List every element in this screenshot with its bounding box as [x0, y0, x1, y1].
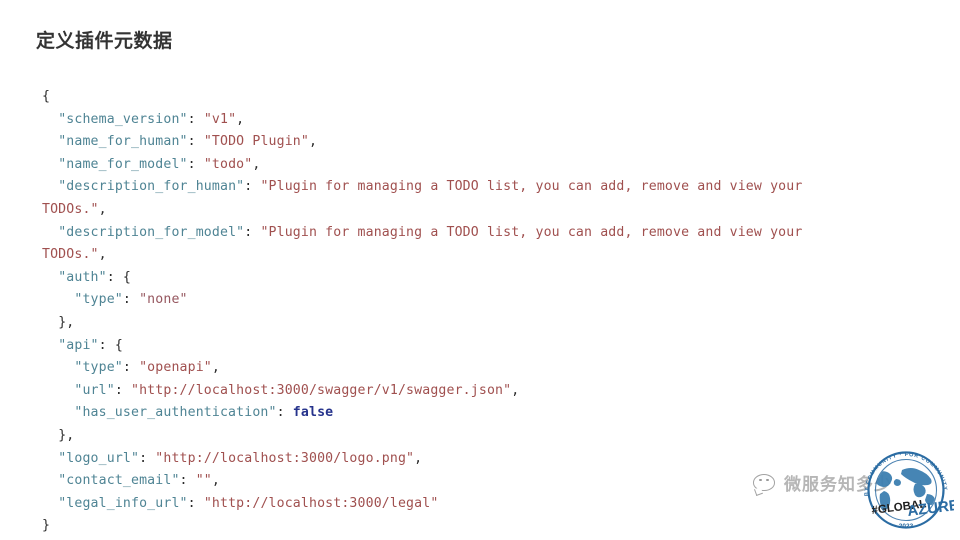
code-line: "legal_info_url": "http://localhost:3000… — [42, 493, 872, 516]
code-punctuation: : — [244, 224, 261, 240]
code-punctuation: : { — [106, 269, 132, 285]
code-key: "auth" — [58, 269, 107, 285]
code-key: "logo_url" — [58, 450, 140, 466]
code-punctuation: , — [252, 156, 261, 172]
code-punctuation: : — [187, 156, 204, 172]
code-line: }, — [42, 312, 872, 335]
code-punctuation: { — [42, 89, 51, 104]
code-line: "api": { — [42, 335, 872, 358]
code-line: "has_user_authentication": false — [42, 402, 872, 425]
code-key: "api" — [58, 337, 99, 353]
code-key: "url" — [74, 382, 115, 398]
code-key: "has_user_authentication" — [74, 405, 277, 421]
code-punctuation: , — [211, 360, 220, 376]
code-string: "todo" — [203, 156, 253, 172]
code-key: "description_for_model" — [58, 224, 245, 240]
code-key: "name_for_human" — [58, 134, 188, 150]
code-punctuation: : — [187, 134, 204, 150]
code-key: "contact_email" — [58, 473, 180, 489]
code-line: "auth": { — [42, 267, 872, 290]
code-string: "http://localhost:3000/logo.png" — [155, 450, 415, 466]
code-line: "contact_email": "", — [42, 470, 872, 493]
code-string: "http://localhost:3000/swagger/v1/swagge… — [131, 382, 512, 398]
code-line: "type": "none" — [42, 289, 872, 312]
code-line: "schema_version": "v1", — [42, 109, 872, 132]
code-punctuation: : — [122, 292, 140, 308]
code-string: "" — [195, 473, 212, 489]
code-punctuation: , — [308, 134, 318, 150]
code-line: "type": "openapi", — [42, 357, 872, 380]
code-punctuation: : — [187, 495, 204, 511]
code-key: "type" — [74, 292, 123, 308]
code-string: "openapi" — [139, 360, 212, 376]
code-punctuation: }, — [58, 427, 75, 443]
code-line: "description_for_human": "Plugin for man… — [42, 176, 872, 221]
code-string: "none" — [139, 292, 188, 308]
code-punctuation: : — [139, 450, 156, 466]
code-punctuation: , — [414, 450, 423, 466]
global-azure-logo: BY COMMUNITY · FOR COMMUNITY · #GLOBAL A… — [858, 444, 954, 536]
code-line: "logo_url": "http://localhost:3000/logo.… — [42, 448, 872, 471]
code-line: "name_for_model": "todo", — [42, 154, 872, 177]
code-punctuation: : { — [98, 337, 123, 353]
code-punctuation: , — [511, 382, 520, 398]
code-punctuation: : — [244, 179, 261, 195]
code-punctuation: : — [122, 360, 140, 376]
code-punctuation: : — [114, 382, 131, 398]
code-line: "name_for_human": "TODO Plugin", — [42, 131, 872, 154]
code-punctuation: } — [42, 518, 51, 534]
code-boolean: false — [292, 405, 334, 421]
code-punctuation: , — [211, 473, 220, 489]
code-line: }, — [42, 425, 872, 448]
slide-canvas: 定义插件元数据 { "schema_version": "v1", "name_… — [0, 0, 960, 540]
json-code-block: { "schema_version": "v1", "name_for_huma… — [42, 86, 872, 538]
code-string: "TODO Plugin" — [203, 134, 309, 150]
code-string: "v1" — [203, 111, 237, 127]
code-key: "schema_version" — [58, 111, 188, 127]
wechat-icon — [752, 472, 778, 496]
code-key: "name_for_model" — [58, 156, 188, 172]
code-key: "description_for_human" — [58, 179, 245, 195]
page-title: 定义插件元数据 — [36, 31, 173, 52]
code-punctuation: , — [98, 201, 107, 217]
code-punctuation: : — [276, 405, 293, 421]
code-line: "description_for_model": "Plugin for man… — [42, 222, 872, 267]
code-punctuation: : — [187, 111, 204, 127]
code-key: "type" — [74, 360, 123, 376]
code-line: "url": "http://localhost:3000/swagger/v1… — [42, 380, 872, 403]
code-punctuation: }, — [58, 314, 75, 330]
code-punctuation: : — [179, 473, 196, 489]
code-punctuation: , — [236, 111, 245, 127]
code-line: { — [42, 86, 872, 109]
code-key: "legal_info_url" — [58, 495, 188, 511]
code-line: } — [42, 515, 872, 538]
code-punctuation: , — [98, 247, 107, 263]
badge-year: 2023 — [899, 523, 914, 530]
code-string: "http://localhost:3000/legal" — [203, 495, 439, 511]
